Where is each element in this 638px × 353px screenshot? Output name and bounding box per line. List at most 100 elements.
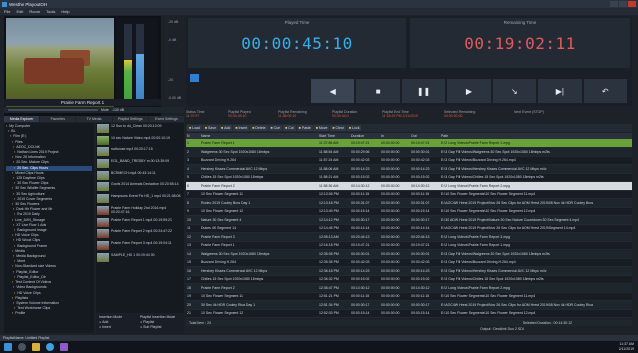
table-row[interactable]: 11 Dukes 4K Segment 14 12:14:45 PM 00:00:14…	[186, 224, 632, 233]
tree-node[interactable]: Profile	[6, 311, 92, 316]
table-row[interactable]: 17 Chilies 15 Sec Spot 1920x1080 18mbps 12…	[186, 275, 632, 284]
tab-event-settings[interactable]: Event Settings	[148, 116, 185, 122]
media-item[interactable]: SAMPLE_HD 1 00:19:44 00	[97, 252, 183, 263]
table-row[interactable]: 4 Hershey Kisses Commercial AVC 12 Mbps 11…	[186, 164, 632, 174]
media-item[interactable]: Hampsons Event Fix HD_1 mp4 00:21:08:08	[97, 194, 183, 204]
mode-add-radio[interactable]: Add	[99, 320, 122, 324]
skip-button[interactable]: ↘	[491, 78, 538, 104]
menu-edit[interactable]: Edit	[16, 9, 23, 14]
status-value: 00:00:44:0	[332, 114, 349, 118]
menu-tools[interactable]: Tools	[46, 9, 55, 14]
start-icon[interactable]	[4, 343, 12, 351]
table-cell: 12:35:05 PM	[318, 249, 350, 259]
toolbar-save-button[interactable]: ■Save	[202, 125, 219, 131]
tab-media-explorer[interactable]: Media Explorer	[4, 116, 40, 122]
menu-help[interactable]: Help	[61, 9, 69, 14]
return-button[interactable]: ↶	[582, 78, 628, 104]
table-row[interactable]: 21 10 Sec Flower Segment 12 12:52:03 PM 00:…	[186, 309, 632, 318]
table-row[interactable]: 15 Buzzard Driving H.264 12:35:35 PM 00:00:…	[186, 258, 632, 267]
menu-room[interactable]: Room	[29, 9, 40, 14]
media-item-label: Prairie Farm Report 2 mp4 00:24:47:22	[111, 229, 172, 234]
table-row[interactable]: 13 Prairie Farm Report 1 12:16:18 PM 00:19:…	[186, 241, 632, 250]
next-button[interactable]: ▶|	[537, 78, 583, 104]
toolbar-cue-button[interactable]: ■Cue	[268, 125, 283, 131]
toolbar-paste-button[interactable]: ■Paste	[296, 125, 313, 131]
table-body: 1 Prairie Farm Report 1 11:37:56 AM 00:19:4…	[186, 139, 632, 318]
table-row[interactable]: 9 10 Sec Flower Segment 12 12:13:49 PM 00:0…	[186, 207, 632, 216]
table-row[interactable]: 8 Rodeo 2019 Cooley Bros Day 1 12:13:18 PM…	[186, 198, 632, 208]
toolbar-delete-button[interactable]: ■Delete	[250, 125, 268, 131]
media-item[interactable]: BCRMECH.mp4 00:43:14:11	[97, 170, 183, 181]
table-row[interactable]: 2 Walgreens 30 Sec Spot 1920x1080 18mbps 1…	[186, 147, 632, 157]
previous-button[interactable]: ◀	[310, 78, 356, 104]
tab-playlist-settings[interactable]: Playlist Settings	[112, 116, 148, 122]
media-item[interactable]: EGL_BAND_TREDBY m 00:13:39:09	[97, 159, 183, 169]
table-row[interactable]: 20 30 Sec 4k HDR Cooley Rica Day 1 12:51:3…	[186, 300, 632, 310]
status-value: 11:37:57	[186, 114, 200, 118]
toolbar-load-button[interactable]: ■Load	[187, 125, 202, 131]
table-row[interactable]: 18 Prairie Farm Report 2 12:36:47 PM 00:14:…	[186, 283, 632, 293]
table-cell: Buzzard Driving H.264	[200, 258, 318, 267]
thumbnail-image	[97, 159, 109, 169]
minimize-button[interactable]	[610, 1, 618, 7]
insertion-mode-label: Insertion Mode	[99, 315, 123, 319]
maximize-button[interactable]	[619, 1, 627, 7]
toolbar-lock-button[interactable]: ■Lock	[346, 125, 362, 131]
media-item[interactable]: 10 sec Nature Video mp4 00:00:10:19	[97, 135, 183, 146]
status-value: 11:18:29 PM 2/11/2019	[382, 114, 418, 118]
thumbnail-image	[97, 240, 109, 250]
media-item[interactable]: Prairie Farm Report 1 mp4 00:19:59:21	[97, 217, 183, 228]
mode-subplaylist-radio[interactable]: Sub Playlist	[140, 325, 175, 329]
volume-slider[interactable]	[8, 109, 98, 111]
media-item[interactable]: nuthouse mp4 00:20:17:15	[97, 147, 183, 157]
media-item[interactable]: Prairie Farm Report 3 mp4 00:19:04:11	[97, 240, 183, 251]
mute-toggle[interactable]: Mute	[101, 108, 109, 112]
toolbar-clear-button[interactable]: ■Clear	[330, 125, 346, 131]
toolbar-label: Insert	[238, 126, 248, 130]
table-row[interactable]: 5 Chilies 15 Sec Spot 1920x1080 18mbps 11:…	[186, 173, 632, 182]
table-row[interactable]: 12 Prairie Farm Report 3 12:05:13 AM 00:20:…	[186, 232, 632, 242]
table-cell: E:\3 Gap Fill Videos\Chilies 15 Sec Spot…	[440, 275, 632, 284]
window-controls	[610, 1, 636, 7]
thumbnail-image	[97, 205, 109, 215]
table-cell: E:\3 Gap Fill Videos\Hershey Kisses Comm…	[440, 266, 632, 276]
app-taskbar-icon[interactable]	[60, 343, 68, 351]
table-cell: 00:00:11:15	[350, 190, 380, 199]
media-item[interactable]: Prairie Farm Holiday 2nd 2016 mp4 00:20:…	[97, 205, 183, 216]
table-row[interactable]: 19 10 Sec Flower Segment 11 12:51:21 PM 00:…	[186, 292, 632, 301]
mode-playlist-radio[interactable]: Playlist	[140, 320, 175, 324]
close-button[interactable]	[628, 1, 636, 7]
table-row[interactable]: 14 Walgreens 30 Sec Spot 1920x1080 18mbps…	[186, 249, 632, 259]
table-row[interactable]: 6 Prairie Farm Report 2 11:58:36 AM 00:14:3…	[186, 181, 632, 191]
table-row[interactable]: 1 Prairie Farm Report 1 11:37:56 AM 00:19:4…	[186, 139, 632, 148]
play-button[interactable]: ▶	[446, 78, 492, 104]
media-item[interactable]: 12 Sun to d4_Clean 00:20:12:09	[97, 124, 183, 134]
toolbar-cut-button[interactable]: ■Cut	[283, 125, 296, 131]
table-row[interactable]: 3 Buzzard Driving H.264 11:57:24 AM 00:00:4…	[186, 156, 632, 165]
table-cell: 00:00:11:15	[410, 190, 440, 199]
browser-icon[interactable]	[46, 343, 54, 351]
table-cell: E:\3 Gap Fill Videos\Hershey Kisses Comm…	[440, 164, 632, 174]
media-item[interactable]: Goofs 2014 Animals Deduction 00:20:55:14	[97, 182, 183, 192]
pause-button[interactable]: ❚❚	[400, 78, 447, 104]
status-col: Status Time 11:37:57	[186, 110, 204, 118]
table-row[interactable]: 7 10 Sec Flower Segment 11 12:13:06 PM 00:0…	[186, 190, 632, 199]
menu-file[interactable]: File	[4, 9, 10, 14]
cue-icon: ■	[270, 126, 273, 130]
tab-tv-media[interactable]: TV Media	[76, 116, 112, 122]
stop-button[interactable]: ■	[355, 78, 401, 104]
media-item[interactable]: Prairie Farm Report 2 mp4 00:24:47:22	[97, 229, 183, 239]
table-row[interactable]: 10 Nature 30 Sec Segment 4 12:14:12 PM 00:0…	[186, 215, 632, 225]
mode-insert-radio[interactable]: Insert	[99, 325, 122, 329]
toolbar-move-button[interactable]: ■Move	[313, 125, 330, 131]
table-row[interactable]: 16 Hershey Kisses Commercial AVC 12 Mbps 1…	[186, 266, 632, 276]
toolbar-insert-button[interactable]: ■Insert	[233, 125, 250, 131]
thumbnail-image	[97, 147, 109, 157]
tab-favorites[interactable]: Favorites	[40, 116, 76, 122]
search-icon[interactable]	[18, 343, 26, 351]
audio-meters: Left Right	[116, 18, 158, 112]
explorer-icon[interactable]	[32, 343, 40, 351]
output-device: Output : Decklink Duo 2 SDI	[480, 327, 524, 331]
toolbar-add-button[interactable]: ■Add	[219, 125, 233, 131]
playlist-table: N Name Start Time Duration In Out Path 1 Prairi…	[186, 133, 632, 318]
